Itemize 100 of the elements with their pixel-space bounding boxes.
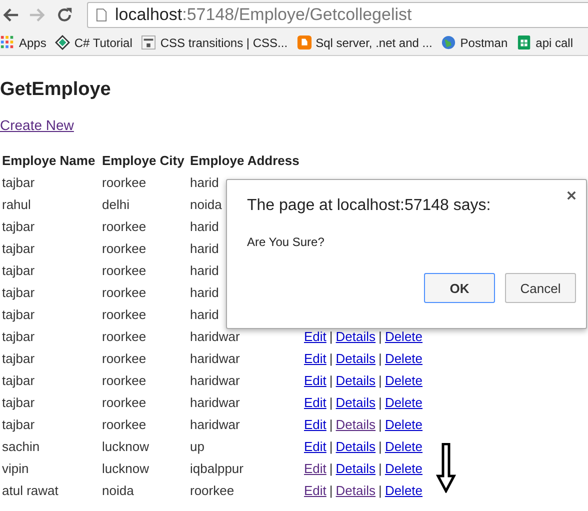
action-link[interactable]: Edit (304, 350, 326, 366)
css-badge-icon (141, 35, 156, 50)
bookmark[interactable]: C# Tutorial (55, 35, 132, 50)
table-cell: harid (190, 306, 219, 322)
table-cell: haridwar (190, 328, 240, 344)
blog-icon (296, 35, 312, 50)
action-link[interactable]: Edit (304, 416, 326, 432)
dialog-button[interactable]: OK (424, 273, 495, 303)
column-header: Employe Name (1, 152, 96, 170)
bookmark[interactable]: Sql server, .net and ... (296, 35, 432, 50)
table-cell: roorkee (102, 174, 146, 190)
action-link[interactable]: Delete (384, 482, 423, 498)
table-cell: haridwar (190, 416, 240, 432)
table-cell: tajbar (2, 328, 35, 344)
separator: | (329, 416, 333, 432)
action-link[interactable]: Edit (304, 394, 326, 410)
action-link[interactable]: Delete (384, 372, 423, 388)
action-link[interactable]: Details (336, 482, 376, 498)
action-link[interactable]: Edit (304, 482, 326, 498)
apps-grid-icon (0, 35, 15, 50)
table-cell: tajbar (2, 350, 35, 366)
table-cell: roorkee (102, 328, 146, 344)
table-cell: harid (190, 174, 219, 190)
back-icon[interactable] (2, 7, 19, 23)
reload-icon[interactable] (56, 7, 73, 23)
table-cell: up (190, 438, 204, 454)
create-new-link[interactable]: Create New (0, 117, 74, 133)
action-link[interactable]: Delete (384, 394, 423, 410)
table-cell: tajbar (2, 394, 35, 410)
bookmark[interactable]: Apps (0, 35, 46, 50)
action-link[interactable]: Details (336, 328, 376, 344)
action-link[interactable]: Details (336, 372, 376, 388)
table-cell: tajbar (2, 372, 35, 388)
table-cell: harid (190, 284, 219, 300)
spreadsheet-icon (516, 35, 532, 50)
action-link[interactable]: Delete (384, 350, 423, 366)
table-cell: iqbalppur (190, 460, 244, 476)
globe-icon (441, 35, 456, 50)
table-cell: roorkee (102, 394, 146, 410)
table-cell: roorkee (102, 306, 146, 322)
table-cell: noida (190, 196, 222, 212)
table-cell: roorkee (102, 284, 146, 300)
separator: | (378, 460, 382, 476)
table-cell: roorkee (102, 262, 146, 278)
table-cell: rahul (2, 196, 31, 212)
table-cell: atul rawat (2, 482, 58, 498)
separator: | (378, 350, 382, 366)
action-link[interactable]: Delete (384, 328, 423, 344)
table-cell: sachin (2, 438, 40, 454)
close-icon[interactable] (567, 191, 576, 200)
table-cell: roorkee (102, 218, 146, 234)
table-cell: vipin (2, 460, 29, 476)
separator: | (329, 460, 333, 476)
action-link[interactable]: Edit (304, 372, 326, 388)
separator: | (378, 438, 382, 454)
column-header: Employe City (101, 152, 186, 170)
table-cell: roorkee (102, 350, 146, 366)
down-arrow-icon (436, 443, 456, 493)
address-bar[interactable]: localhost:57148/Employe/Getcollegelist (87, 2, 588, 28)
table-cell: haridwar (190, 350, 240, 366)
separator: | (329, 350, 333, 366)
separator: | (378, 394, 382, 410)
action-link[interactable]: Delete (384, 416, 423, 432)
action-link[interactable]: Details (336, 416, 376, 432)
url-text: localhost:57148/Employe/Getcollegelist (115, 5, 412, 25)
table-cell: lucknow (102, 438, 149, 454)
table-cell: tajbar (2, 262, 35, 278)
table-cell: harid (190, 240, 219, 256)
table-cell: tajbar (2, 306, 35, 322)
page-icon (96, 8, 107, 22)
action-link[interactable]: Delete (384, 460, 423, 476)
bookmark[interactable]: Postman (441, 35, 508, 50)
dialog-button[interactable]: Cancel (505, 273, 576, 303)
action-link[interactable]: Details (336, 460, 376, 476)
column-header: Employe Address (189, 152, 300, 170)
diamond-icon (55, 35, 70, 50)
table-cell: roorkee (102, 372, 146, 388)
bookmark[interactable]: CSS transitions | CSS... (141, 35, 288, 50)
action-link[interactable]: Details (336, 438, 376, 454)
separator: | (378, 416, 382, 432)
action-link[interactable]: Edit (304, 438, 326, 454)
action-link[interactable]: Details (336, 394, 376, 410)
action-link[interactable]: Details (336, 350, 376, 366)
separator: | (329, 394, 333, 410)
separator: | (329, 328, 333, 344)
table-cell: tajbar (2, 174, 35, 190)
separator: | (329, 372, 333, 388)
separator: | (329, 482, 333, 498)
bookmark[interactable]: api call (516, 35, 574, 50)
table-cell: roorkee (102, 240, 146, 256)
action-link[interactable]: Edit (304, 328, 326, 344)
action-link[interactable]: Delete (384, 438, 423, 454)
separator: | (378, 372, 382, 388)
table-cell: roorkee (102, 416, 146, 432)
table-cell: haridwar (190, 394, 240, 410)
table-cell: lucknow (102, 460, 149, 476)
separator: | (378, 328, 382, 344)
action-link[interactable]: Edit (304, 460, 326, 476)
table-cell: delhi (102, 196, 130, 212)
table-cell: harid (190, 218, 219, 234)
